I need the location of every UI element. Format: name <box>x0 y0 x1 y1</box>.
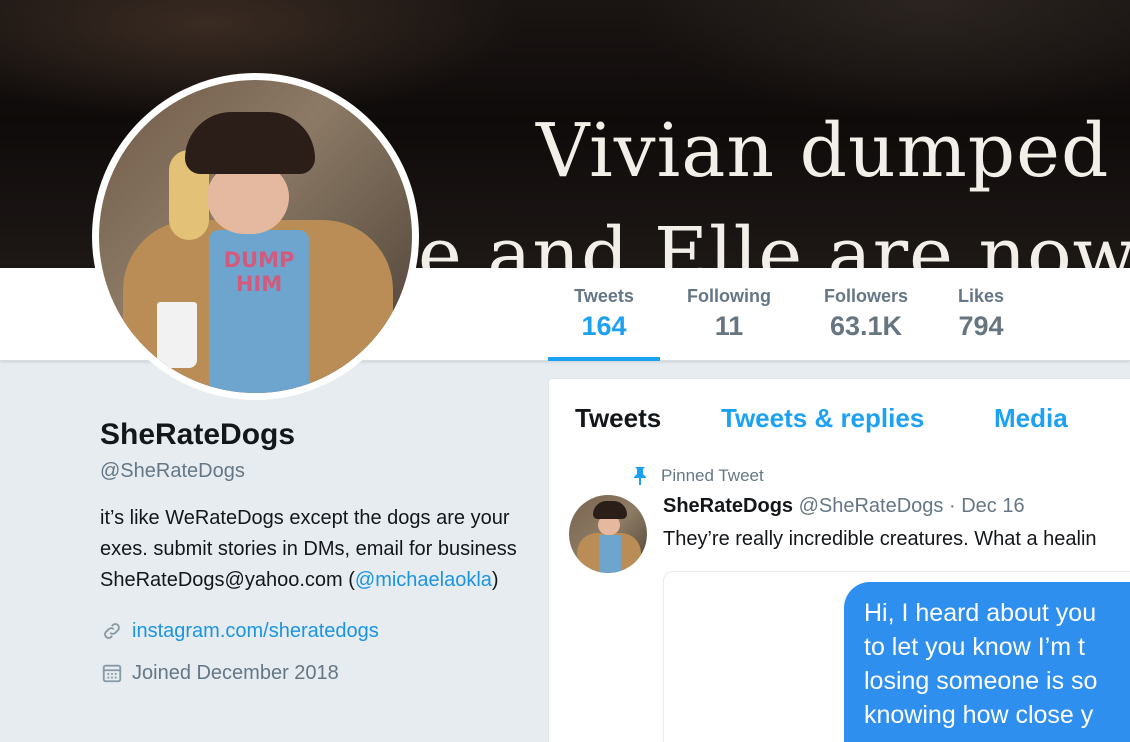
profile-avatar[interactable]: DUMP HIM <box>92 73 419 400</box>
message-bubble-image: Hi, I heard about you to let you know I’… <box>844 582 1130 742</box>
avatar-shirt-text: DUMP HIM <box>223 248 295 296</box>
bubble-line: Hi, I heard about you <box>864 599 1097 627</box>
stat-value: 164 <box>581 311 627 341</box>
bio-paren-close: ) <box>491 569 499 591</box>
tweet-date[interactable]: Dec 16 <box>961 495 1024 517</box>
tweet-media-card[interactable]: Hi, I heard about you to let you know I’… <box>663 571 1130 742</box>
avatar-photo: DUMP HIM <box>99 80 412 393</box>
tweet-author-handle[interactable]: @SheRateDogs <box>799 495 944 517</box>
pin-icon <box>629 465 651 487</box>
tweet-avatar-hat-shape <box>593 501 627 519</box>
avatar-face-shape <box>207 164 289 234</box>
stat-following[interactable]: Following 11 <box>676 286 782 361</box>
bio-paren-open: ( <box>348 569 355 591</box>
pinned-tweet-indicator: Pinned Tweet <box>629 465 764 487</box>
stat-value: 63.1K <box>829 311 903 341</box>
profile-joined-date: Joined December 2018 <box>132 661 339 684</box>
banner-text-line1: Vivian dumped <box>536 108 1110 194</box>
timeline-panel: Tweets Tweets & replies Media Pinned Twe… <box>548 378 1130 742</box>
stat-label: Following <box>687 286 771 306</box>
pinned-tweet-label: Pinned Tweet <box>661 466 764 485</box>
stat-likes[interactable]: Likes 794 <box>950 286 1012 361</box>
timeline-tabs: Tweets Tweets & replies Media <box>549 379 1130 459</box>
stat-tweets[interactable]: Tweets 164 <box>548 286 660 361</box>
tab-tweets-and-replies[interactable]: Tweets & replies <box>721 403 924 434</box>
link-icon <box>100 619 124 643</box>
profile-name[interactable]: SheRateDogs <box>100 418 520 452</box>
tab-tweets[interactable]: Tweets <box>575 403 661 434</box>
avatar-hat-shape <box>185 112 315 174</box>
tweet-author-name[interactable]: SheRateDogs <box>663 495 793 517</box>
tweet-author-avatar[interactable] <box>569 495 647 573</box>
profile-website-link[interactable]: instagram.com/sheratedogs <box>132 620 379 643</box>
tweet-text: They’re really incredible creatures. Wha… <box>663 528 1097 550</box>
stat-value: 11 <box>714 311 744 341</box>
stat-followers[interactable]: Followers 63.1K <box>815 286 917 361</box>
tweet-separator: · <box>943 495 962 517</box>
stat-label: Tweets <box>574 286 634 306</box>
bubble-line: knowing how close y <box>864 701 1094 729</box>
profile-website-row: instagram.com/sheratedogs <box>100 618 520 644</box>
banner-text-line2: e and Elle are now <box>418 212 1130 268</box>
profile-bio: it’s like WeRateDogs except the dogs are… <box>100 503 520 596</box>
stat-label: Likes <box>957 286 1005 306</box>
calendar-icon <box>100 661 124 685</box>
stat-value: 794 <box>958 311 1004 341</box>
profile-handle[interactable]: @SheRateDogs <box>100 460 520 483</box>
profile-joined-row: Joined December 2018 <box>100 660 520 686</box>
profile-card: SheRateDogs @SheRateDogs it’s like WeRat… <box>100 418 520 686</box>
tweet-header: SheRateDogs @SheRateDogs · Dec 16 <box>663 495 1025 518</box>
stat-label: Followers <box>823 286 908 306</box>
avatar-cup-shape <box>157 302 197 368</box>
bubble-line: losing someone is so <box>864 667 1098 695</box>
bubble-line: to let you know I’m t <box>864 633 1085 661</box>
tweet-avatar-shirt-shape <box>599 535 621 573</box>
tab-media[interactable]: Media <box>994 403 1068 434</box>
bio-mention-link[interactable]: @michaelaokla <box>355 569 492 591</box>
